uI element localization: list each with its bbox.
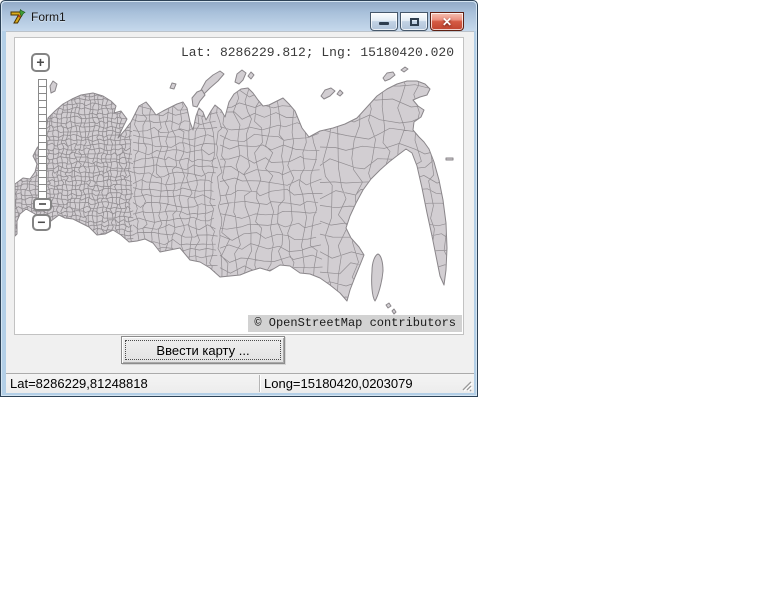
zoom-in-button[interactable]: + <box>31 53 50 72</box>
zoom-out-button[interactable]: − <box>32 214 51 231</box>
zoom-slider-track[interactable] <box>38 79 47 200</box>
title-bar[interactable]: Form1 ✕ <box>2 2 476 31</box>
cursor-coordinates-label: Lat: 8286229.812; Lng: 15180420.020 <box>180 45 454 60</box>
form-client-area: Lat: 8286229.812; Lng: 15180420.020 + − … <box>6 31 474 393</box>
delphi-7-app-icon <box>10 8 26 23</box>
minimize-icon <box>379 22 389 25</box>
zoom-slider-thumb[interactable] <box>33 198 52 211</box>
status-bar: Lat=8286229,81248818 Long=15180420,02030… <box>6 373 474 393</box>
close-button[interactable]: ✕ <box>430 12 464 31</box>
russia-map-image[interactable] <box>15 38 463 334</box>
maximize-icon <box>410 18 419 26</box>
minimize-button[interactable] <box>370 12 398 31</box>
resize-grip[interactable] <box>459 378 473 392</box>
status-long-panel: Long=15180420,0203079 <box>264 376 413 391</box>
form1-window: Form1 ✕ Lat: 8286229.812; Lng: 15180420.… <box>0 0 478 397</box>
status-lat-panel: Lat=8286229,81248818 <box>10 376 148 391</box>
caption-buttons: ✕ <box>370 12 464 31</box>
map-viewer[interactable]: Lat: 8286229.812; Lng: 15180420.020 + − … <box>14 37 464 335</box>
enter-map-button-label: Ввести карту ... <box>125 340 281 360</box>
enter-map-button[interactable]: Ввести карту ... <box>121 336 285 364</box>
osm-attribution: © OpenStreetMap contributors <box>248 315 462 332</box>
close-icon: ✕ <box>441 15 453 29</box>
maximize-button[interactable] <box>400 12 428 31</box>
window-title: Form1 <box>31 9 66 24</box>
